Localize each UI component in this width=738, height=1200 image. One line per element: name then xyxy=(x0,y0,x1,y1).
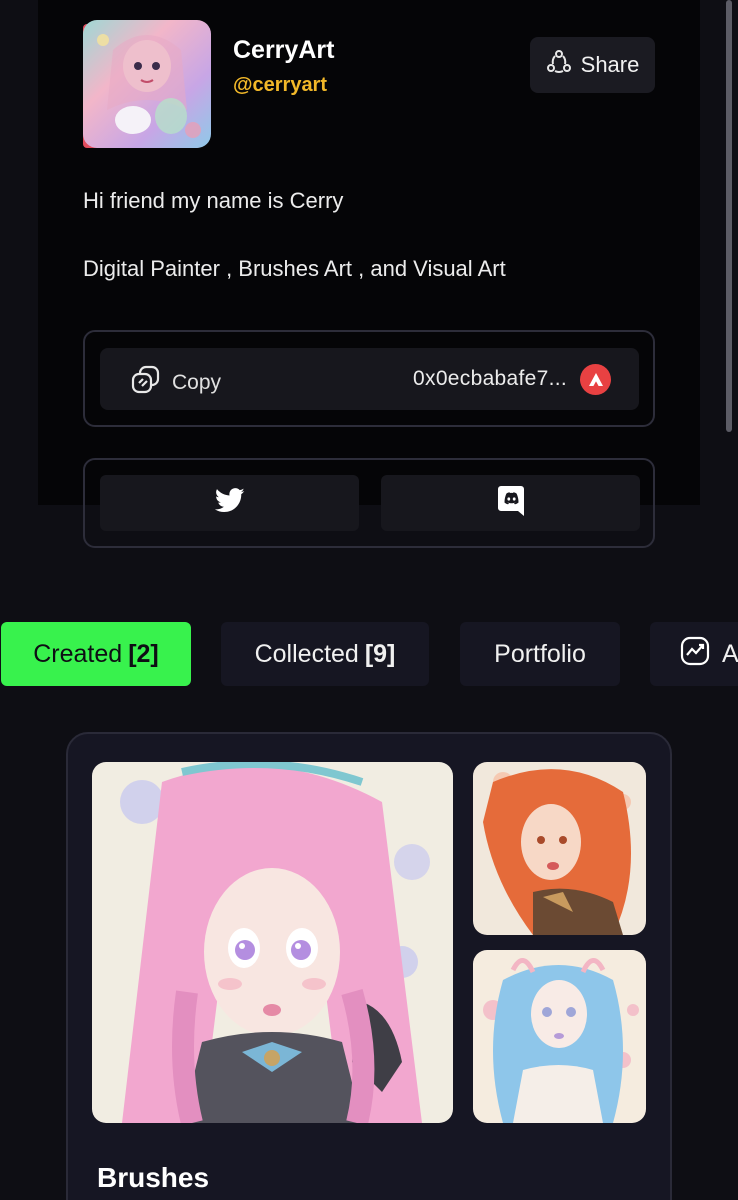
tab-label: A xyxy=(722,639,738,668)
bio-line: Digital Painter , Brushes Art , and Visu… xyxy=(83,256,506,281)
twitter-button[interactable] xyxy=(100,475,359,531)
tab-label: Portfolio xyxy=(494,639,586,668)
avalanche-icon xyxy=(580,364,611,395)
artwork-thumbnail[interactable] xyxy=(473,762,646,935)
scrollbar-thumb[interactable] xyxy=(726,0,732,432)
profile-page: CerryArt @cerryart Share Hi friend my na… xyxy=(0,0,738,1200)
share-label: Share xyxy=(580,52,640,77)
copy-icon xyxy=(130,364,162,402)
discord-button[interactable] xyxy=(381,475,640,531)
activity-chart-icon xyxy=(680,636,710,673)
wallet-address: 0x0ecbabafe7... xyxy=(413,367,567,390)
bio-line: Hi friend my name is Cerry xyxy=(83,188,344,213)
collection-card[interactable]: Brushes xyxy=(66,732,672,1200)
share-button[interactable]: Share xyxy=(530,37,655,93)
tab-label: Created xyxy=(33,639,123,668)
tab-created[interactable]: Created [2] xyxy=(1,622,191,686)
tab-collected[interactable]: Collected [9] xyxy=(221,622,429,686)
copy-label: Copy xyxy=(172,371,222,394)
tab-count: [2] xyxy=(128,639,159,668)
twitter-icon xyxy=(214,488,245,518)
collection-title: Brushes xyxy=(97,1162,210,1193)
artwork-thumbnail[interactable] xyxy=(473,950,646,1123)
wallet-panel: Copy 0x0ecbabafe7... xyxy=(83,330,655,427)
share-icon xyxy=(546,49,572,81)
scrollbar[interactable] xyxy=(726,0,734,440)
artwork-thumbnail[interactable] xyxy=(92,762,453,1123)
social-links-panel xyxy=(83,458,655,548)
user-handle[interactable]: @cerryart xyxy=(233,74,327,97)
avatar[interactable] xyxy=(83,20,211,148)
tab-activity[interactable]: A xyxy=(650,622,738,686)
discord-icon xyxy=(497,485,524,521)
copy-button[interactable]: Copy xyxy=(130,364,221,402)
wallet-address-row: Copy 0x0ecbabafe7... xyxy=(100,348,639,410)
display-name: CerryArt xyxy=(233,36,335,64)
tab-label: Collected xyxy=(254,639,359,668)
tab-count: [9] xyxy=(364,639,396,668)
tab-portfolio[interactable]: Portfolio xyxy=(460,622,620,686)
